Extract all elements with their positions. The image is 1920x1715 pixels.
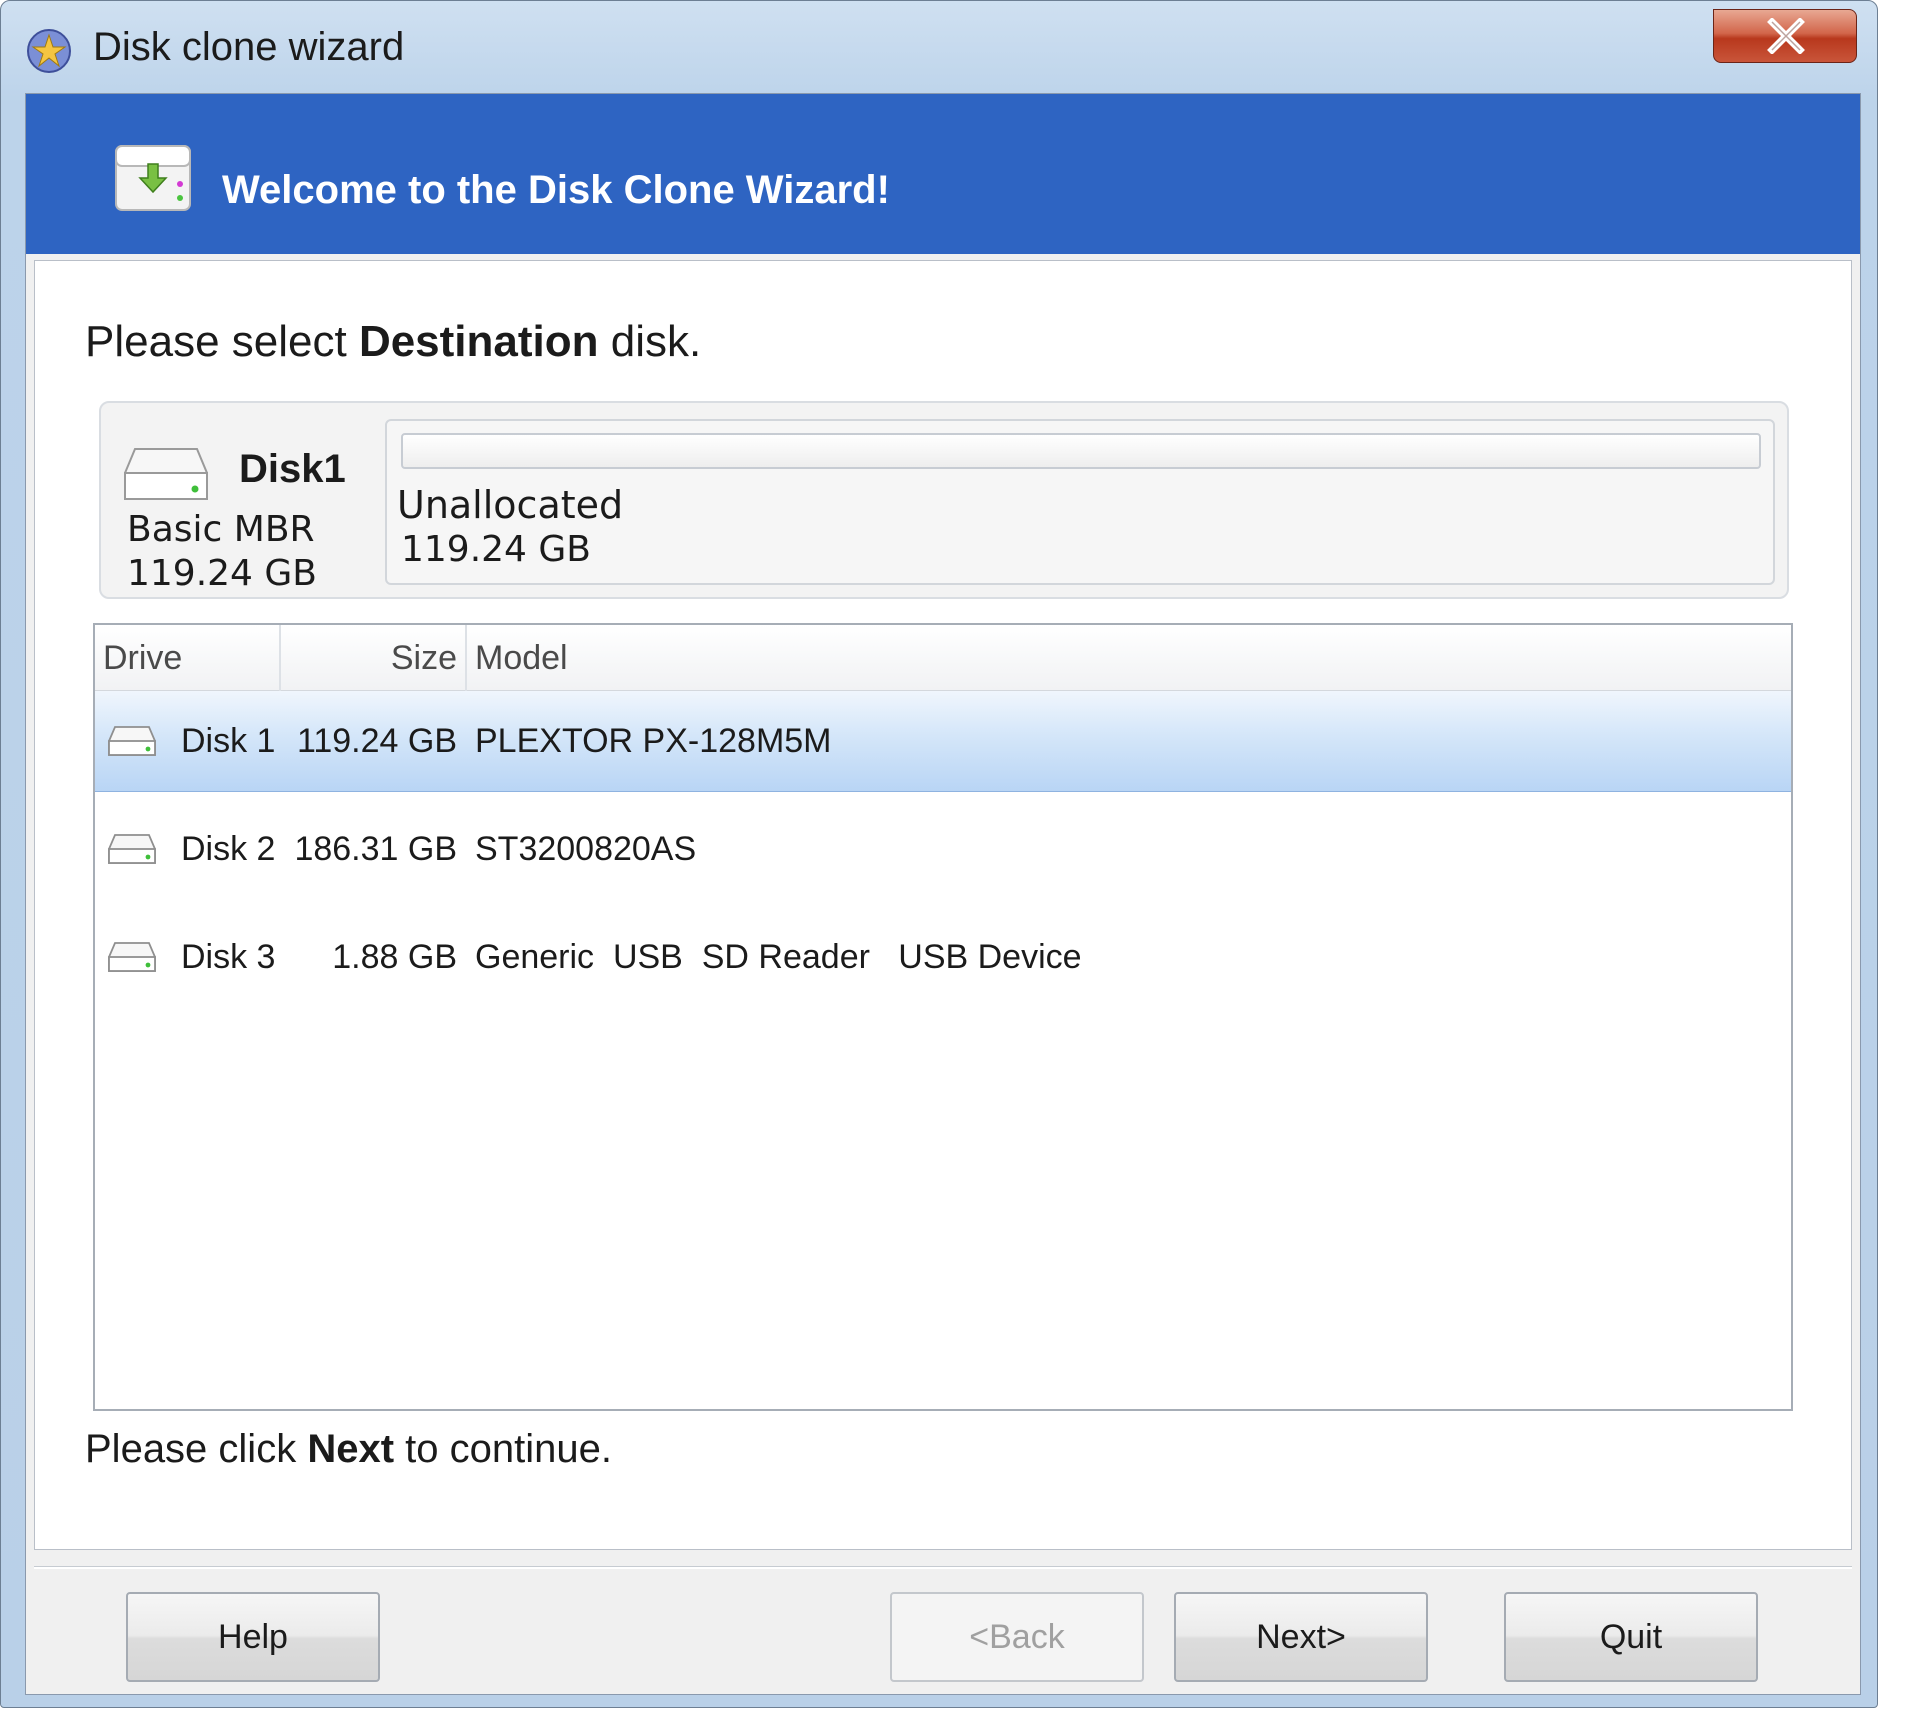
continue-suffix: to continue. — [394, 1427, 612, 1471]
column-header-drive[interactable]: Drive — [95, 625, 281, 691]
table-header: Drive Size Model — [95, 625, 1791, 691]
wizard-window: Disk clone wizard Welcome to the Disk Cl… — [0, 0, 1878, 1708]
app-icon — [27, 29, 71, 73]
disk-size: 119.24 GB — [127, 553, 318, 594]
back-button[interactable]: <Back — [890, 1592, 1144, 1682]
close-icon — [1767, 18, 1805, 54]
column-header-model[interactable]: Model — [467, 625, 1791, 691]
table-row[interactable]: Disk 2 186.31 GB ST3200820AS — [95, 799, 1791, 899]
hard-disk-icon — [108, 942, 156, 972]
table-row[interactable]: Disk 1 119.24 GB PLEXTOR PX-128M5M — [95, 691, 1791, 792]
row-drive: Disk 1 — [181, 722, 276, 760]
disk-table: Drive Size Model Disk 1 119.24 GB PLEXTO… — [93, 623, 1793, 1411]
table-row[interactable]: Disk 3 1.88 GB Generic USB SD Reader USB… — [95, 907, 1791, 1007]
partition-bar — [401, 433, 1761, 469]
instruction-text: Please select Destination disk. — [85, 317, 701, 367]
wizard-body: Welcome to the Disk Clone Wizard! Please… — [25, 93, 1861, 1695]
instruction-bold: Destination — [358, 317, 599, 366]
row-model: ST3200820AS — [475, 830, 697, 868]
row-model: Generic USB SD Reader USB Device — [475, 938, 1082, 976]
unallocated-partition[interactable]: Unallocated 119.24 GB — [385, 419, 1775, 585]
row-model: PLEXTOR PX-128M5M — [475, 722, 832, 760]
instruction-suffix: disk. — [598, 317, 702, 366]
hard-disk-icon — [124, 448, 208, 500]
disk-type: Basic MBR — [127, 509, 315, 550]
title-bar[interactable]: Disk clone wizard — [1, 1, 1877, 91]
row-size: 1.88 GB — [332, 938, 457, 976]
content-panel: Please select Destination disk. Disk1 Ba… — [34, 260, 1852, 1550]
window-title: Disk clone wizard — [93, 25, 405, 69]
disk-name: Disk1 — [239, 447, 346, 491]
column-header-size[interactable]: Size — [281, 625, 467, 691]
wizard-banner: Welcome to the Disk Clone Wizard! — [26, 94, 1860, 254]
partition-label: Unallocated — [397, 483, 624, 527]
disk-summary: Disk1 Basic MBR 119.24 GB Unallocated 11… — [99, 401, 1789, 599]
quit-button[interactable]: Quit — [1504, 1592, 1758, 1682]
next-button[interactable]: Next> — [1174, 1592, 1428, 1682]
help-button[interactable]: Help — [126, 1592, 380, 1682]
row-size: 186.31 GB — [294, 830, 457, 868]
continue-note: Please click Next to continue. — [85, 1427, 612, 1472]
partition-size: 119.24 GB — [401, 529, 592, 570]
close-button[interactable] — [1713, 9, 1857, 63]
instruction-prefix: Please select — [85, 317, 359, 366]
hard-disk-icon — [108, 726, 156, 756]
button-bar-divider — [34, 1566, 1852, 1569]
row-drive: Disk 2 — [181, 830, 276, 868]
continue-bold: Next — [307, 1427, 395, 1471]
banner-title: Welcome to the Disk Clone Wizard! — [222, 168, 890, 212]
row-drive: Disk 3 — [181, 938, 276, 976]
hard-disk-icon — [108, 834, 156, 864]
row-size: 119.24 GB — [296, 722, 457, 760]
disk-clone-icon — [115, 145, 191, 211]
continue-prefix: Please click — [85, 1427, 308, 1471]
